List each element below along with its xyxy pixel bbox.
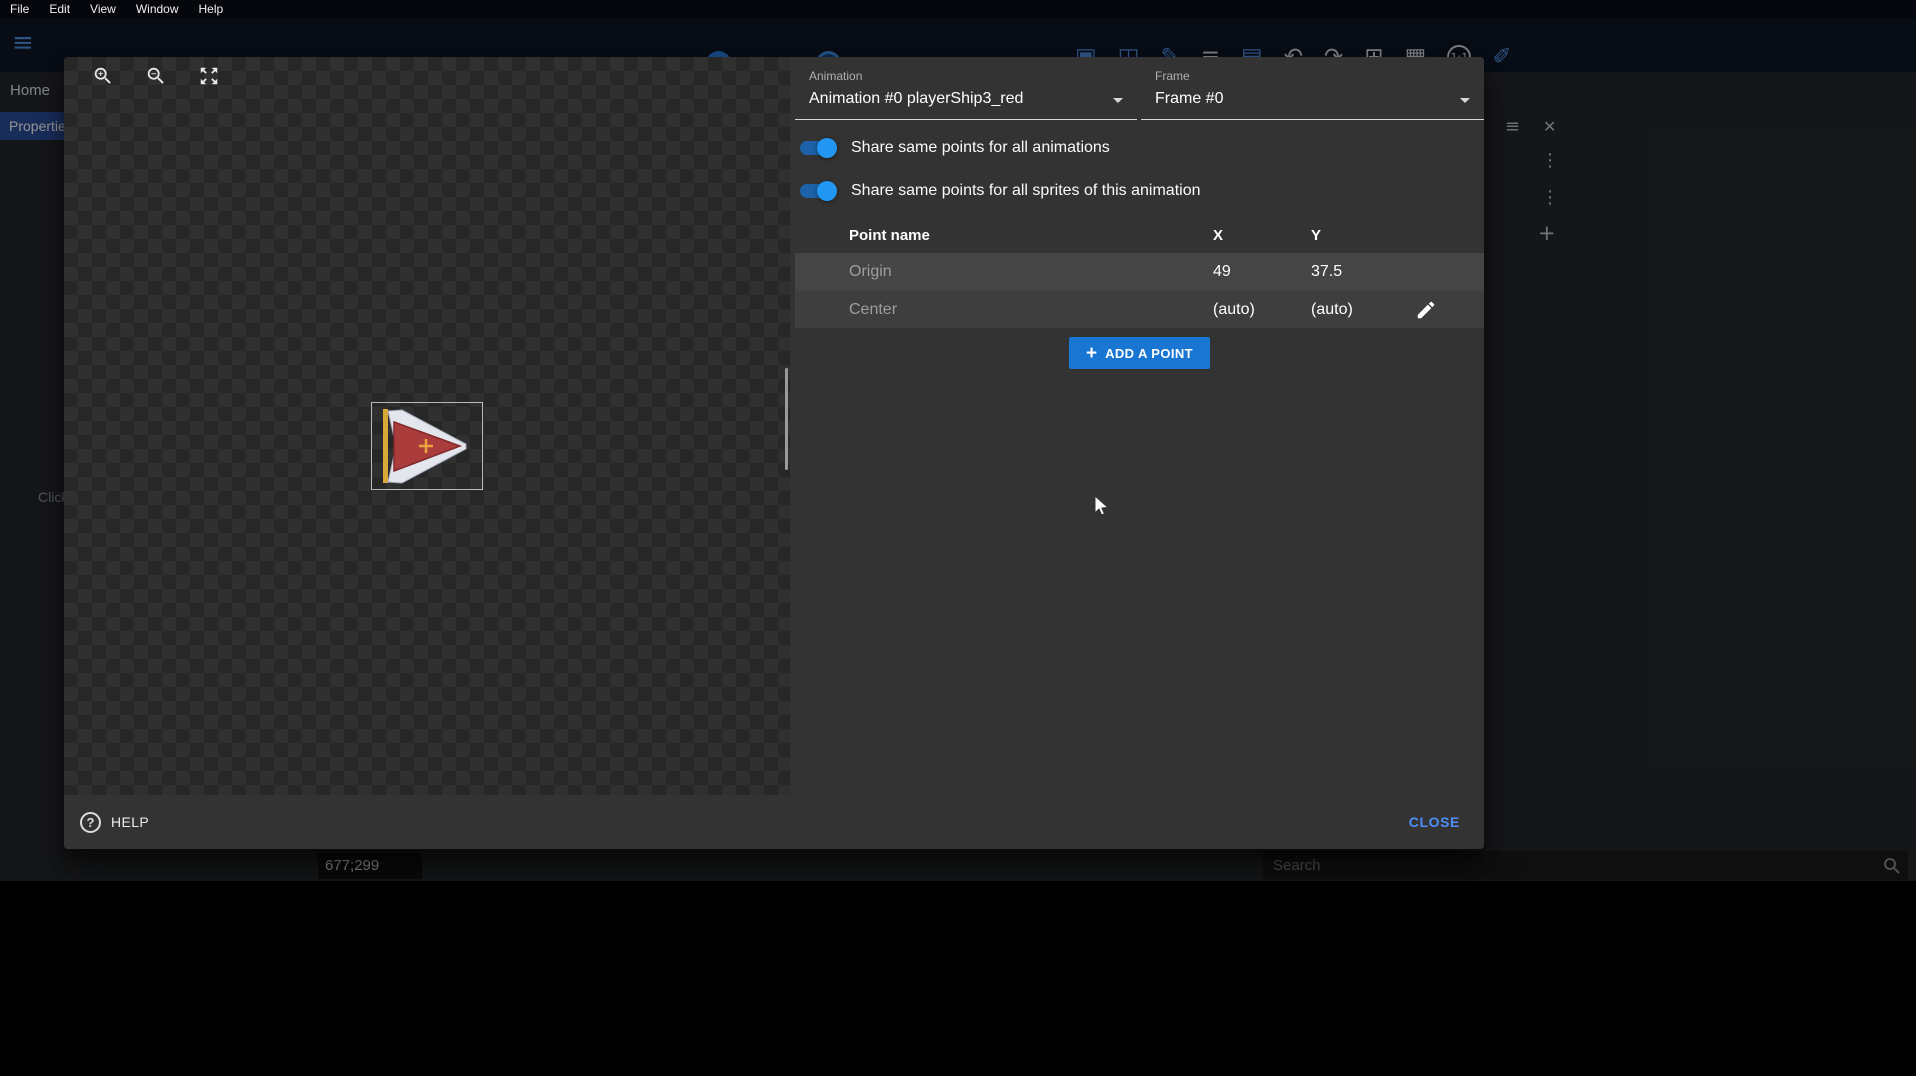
chevron-down-icon bbox=[1460, 98, 1470, 103]
point-name: Center bbox=[849, 291, 897, 328]
point-x-value: (auto) bbox=[1213, 291, 1255, 328]
sprite-frame-selection[interactable] bbox=[371, 402, 483, 490]
animation-select-label: Animation bbox=[809, 69, 862, 83]
point-y-value: (auto) bbox=[1311, 291, 1353, 328]
table-row-origin[interactable]: Origin 49 37.5 bbox=[795, 253, 1484, 291]
edit-point-icon[interactable] bbox=[1415, 299, 1437, 321]
zoom-in-icon[interactable] bbox=[92, 65, 114, 87]
animation-select-value: Animation #0 playerShip3_red bbox=[809, 90, 1023, 108]
close-button[interactable]: CLOSE bbox=[1395, 806, 1474, 838]
mouse-cursor bbox=[1093, 495, 1109, 517]
menu-bar: File Edit View Window Help bbox=[0, 0, 1916, 18]
plus-icon: + bbox=[1086, 344, 1097, 363]
toggle-label: Share same points for all animations bbox=[851, 139, 1110, 157]
animation-select[interactable]: Animation Animation #0 playerShip3_red bbox=[795, 62, 1137, 120]
help-icon: ? bbox=[80, 812, 101, 833]
points-panel bbox=[790, 57, 1484, 795]
point-y-value: 37.5 bbox=[1311, 253, 1342, 291]
header-point-name: Point name bbox=[849, 219, 930, 253]
menu-help[interactable]: Help bbox=[189, 2, 234, 16]
toggle-label: Share same points for all sprites of thi… bbox=[851, 182, 1201, 200]
app-window: File Edit View Window Help ≡ PREVIEW PUB… bbox=[0, 0, 1916, 1076]
table-row-center[interactable]: Center (auto) (auto) bbox=[795, 291, 1484, 328]
zoom-toolbar bbox=[92, 65, 220, 87]
share-points-all-sprites-toggle[interactable] bbox=[800, 184, 834, 198]
share-points-all-animations-toggle[interactable] bbox=[800, 141, 834, 155]
canvas-scrollbar[interactable] bbox=[785, 368, 788, 470]
point-name: Origin bbox=[849, 253, 892, 291]
share-points-all-sprites-row: Share same points for all sprites of thi… bbox=[800, 178, 1201, 204]
menu-edit[interactable]: Edit bbox=[39, 2, 80, 16]
points-table-header: Point name X Y bbox=[795, 219, 1484, 253]
edit-points-dialog: Animation Animation #0 playerShip3_red F… bbox=[64, 57, 1484, 849]
menu-file[interactable]: File bbox=[0, 2, 39, 16]
frame-select-label: Frame bbox=[1155, 69, 1190, 83]
dialog-action-bar: ? HELP CLOSE bbox=[64, 795, 1484, 849]
share-points-all-animations-row: Share same points for all animations bbox=[800, 135, 1110, 161]
frame-select[interactable]: Frame Frame #0 bbox=[1141, 62, 1484, 120]
zoom-out-icon[interactable] bbox=[145, 65, 167, 87]
player-ship-sprite bbox=[372, 403, 482, 489]
add-a-point-button[interactable]: + ADD A POINT bbox=[1069, 337, 1210, 369]
header-y: Y bbox=[1311, 219, 1321, 253]
point-x-value: 49 bbox=[1213, 253, 1231, 291]
menu-window[interactable]: Window bbox=[126, 2, 189, 16]
add-a-point-label: ADD A POINT bbox=[1105, 346, 1193, 361]
fit-to-screen-icon[interactable] bbox=[198, 65, 220, 87]
frame-select-value: Frame #0 bbox=[1155, 90, 1223, 108]
chevron-down-icon bbox=[1113, 98, 1123, 103]
menu-view[interactable]: View bbox=[80, 2, 126, 16]
help-button[interactable]: ? HELP bbox=[80, 812, 149, 833]
help-label: HELP bbox=[111, 814, 149, 830]
sprite-canvas[interactable] bbox=[64, 57, 790, 795]
window-letterbox bbox=[0, 881, 1916, 1076]
header-x: X bbox=[1213, 219, 1223, 253]
